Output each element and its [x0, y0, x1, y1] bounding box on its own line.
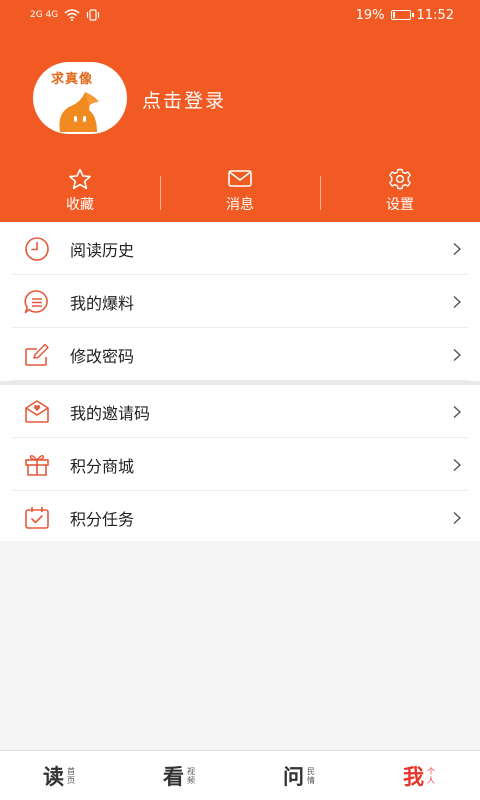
menu-item-change-password[interactable]: 修改密码 [0, 328, 480, 381]
menu-item-points-mall[interactable]: 积分商城 [0, 438, 480, 491]
messages-button[interactable]: 消息 [160, 168, 320, 222]
menu-list: 阅读历史 我的爆料 修改密码 我的邀请码 积分商城 积分任务 [0, 222, 480, 544]
clock-time: 11:52 [416, 7, 454, 23]
menu-label: 修改密码 [70, 346, 135, 366]
calendar-check-icon [22, 505, 52, 531]
tab-me[interactable]: 我 个人 [360, 751, 480, 800]
tab-sub-label: 民情 [307, 766, 315, 785]
tab-main-label: 读 [43, 763, 64, 789]
tab-sub-label: 视频 [187, 766, 195, 785]
vibrate-icon [87, 9, 100, 21]
tab-main-label: 看 [163, 763, 184, 789]
status-left: 2G 4G [30, 9, 100, 21]
tab-main-label: 我 [403, 763, 424, 789]
chevron-right-icon [453, 405, 462, 418]
battery-icon [390, 10, 414, 20]
menu-group-points: 我的邀请码 积分商城 积分任务 [0, 385, 480, 544]
menu-label: 积分商城 [70, 456, 135, 476]
chat-bubble-icon [22, 289, 52, 315]
tab-sub-label: 首页 [67, 766, 75, 785]
profile-header: 2G 4G 19% 11:52 求真像 点击登录 收藏 消息 设置 [0, 0, 480, 222]
menu-label: 阅读历史 [70, 240, 135, 260]
network-label: 2G 4G [30, 10, 59, 20]
tab-main-label: 问 [283, 763, 304, 789]
chevron-right-icon [453, 458, 462, 471]
tab-watch[interactable]: 看 视频 [120, 751, 240, 800]
menu-item-invite-code[interactable]: 我的邀请码 [0, 385, 480, 438]
gift-icon [22, 452, 52, 478]
menu-label: 我的爆料 [70, 293, 135, 313]
menu-item-my-tips[interactable]: 我的爆料 [0, 275, 480, 328]
tab-ask[interactable]: 问 民情 [240, 751, 360, 800]
envelope-icon [228, 170, 252, 187]
battery-percent: 19% [355, 7, 385, 23]
divider [160, 176, 161, 210]
gear-icon [389, 168, 411, 190]
settings-button[interactable]: 设置 [320, 168, 480, 222]
empty-area [0, 541, 480, 750]
tab-sub-label: 个人 [427, 766, 435, 785]
avatar[interactable]: 求真像 [33, 62, 127, 134]
menu-label: 积分任务 [70, 509, 135, 529]
battery-fill [392, 12, 396, 18]
invite-icon [22, 399, 52, 425]
clock-icon [22, 236, 52, 262]
tab-read[interactable]: 读 首页 [0, 751, 120, 800]
menu-item-points-tasks[interactable]: 积分任务 [0, 491, 480, 544]
settings-label: 设置 [386, 197, 414, 213]
menu-group-account: 阅读历史 我的爆料 修改密码 [0, 222, 480, 381]
menu-item-reading-history[interactable]: 阅读历史 [0, 222, 480, 275]
chevron-right-icon [453, 242, 462, 255]
favorites-label: 收藏 [66, 197, 94, 213]
messages-label: 消息 [226, 197, 254, 213]
menu-label: 我的邀请码 [70, 403, 151, 423]
divider [320, 176, 321, 210]
edit-icon [22, 342, 52, 368]
status-bar: 2G 4G 19% 11:52 [0, 0, 480, 30]
chevron-right-icon [453, 348, 462, 361]
chevron-right-icon [453, 511, 462, 524]
favorites-button[interactable]: 收藏 [0, 168, 160, 222]
quick-actions: 收藏 消息 设置 [0, 168, 480, 222]
chevron-right-icon [453, 295, 462, 308]
wifi-icon [64, 9, 80, 21]
login-link[interactable]: 点击登录 [142, 86, 226, 113]
bottom-tab-bar: 读 首页 看 视频 问 民情 我 个人 [0, 750, 480, 800]
star-icon [69, 168, 91, 190]
status-right: 19% 11:52 [356, 8, 454, 23]
mascot-icon [59, 92, 99, 132]
avatar-logo-text: 求真像 [51, 72, 94, 87]
